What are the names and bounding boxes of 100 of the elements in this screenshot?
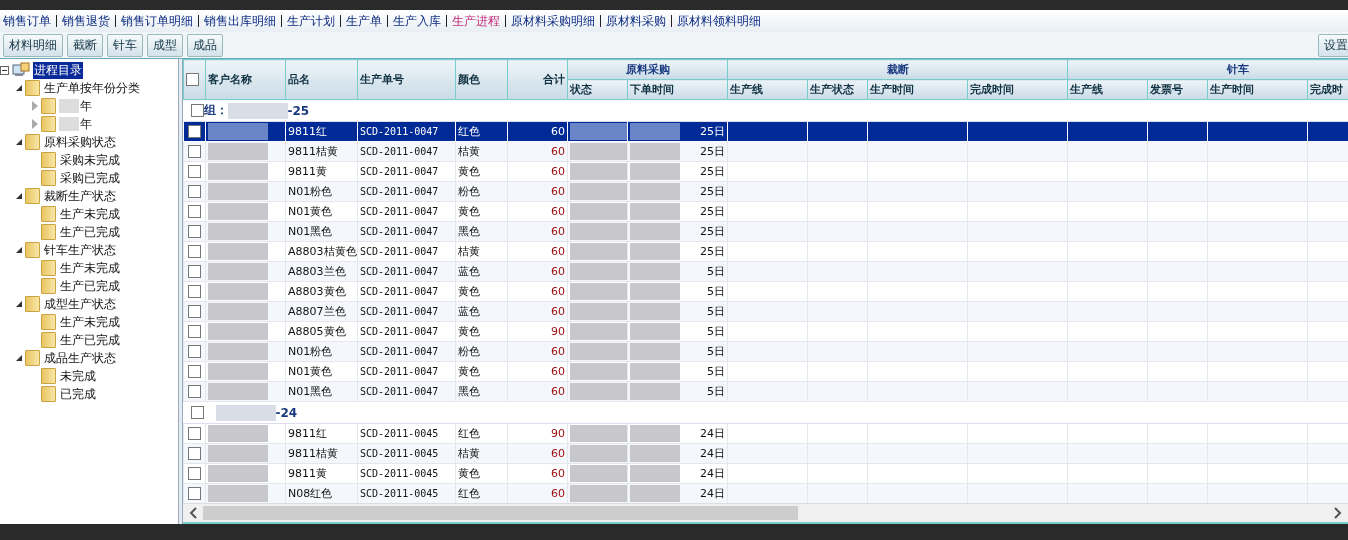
menu-link[interactable]: 销售出库明细 — [198, 15, 281, 27]
toolbar-button[interactable]: 成品 — [187, 33, 223, 57]
settings-button[interactable]: 设置 — [1318, 33, 1348, 57]
blurred-block — [570, 323, 627, 340]
toolbar-button[interactable]: 截断 — [67, 33, 103, 57]
scroll-left-icon[interactable] — [189, 507, 197, 519]
table-cell: SCD-2011-0047 — [357, 321, 456, 342]
menu-link[interactable]: 生产单 — [340, 15, 387, 27]
blurred-block — [630, 343, 680, 360]
tree-item[interactable]: 生产未完成 — [59, 313, 121, 331]
tree-item[interactable]: 针车生产状态 — [43, 241, 117, 259]
checkbox[interactable] — [188, 205, 201, 219]
toolbar-button[interactable]: 材料明细 — [3, 33, 63, 57]
menu-link[interactable]: 生产入库 — [387, 15, 446, 27]
scroll-right-icon[interactable] — [1334, 507, 1342, 519]
tree-item[interactable]: 成品生产状态 — [43, 349, 117, 367]
blurred-block — [630, 485, 680, 502]
table-row[interactable]: N01黑色 SCD-2011-0047 黑色 60 25日 — [183, 221, 1348, 242]
checkbox[interactable] — [188, 185, 201, 199]
menu-link[interactable]: 原材料采购 — [600, 15, 671, 27]
checkbox[interactable] — [188, 285, 201, 299]
menu-link[interactable]: 销售订单明细 — [115, 15, 198, 27]
checkbox[interactable] — [186, 73, 199, 87]
column-header[interactable]: 品名 — [285, 59, 358, 100]
tree-item[interactable]: 原料采购状态 — [43, 133, 117, 151]
checkbox[interactable] — [188, 427, 201, 441]
menu-link[interactable]: 销售退货 — [56, 15, 115, 27]
table-row[interactable]: N01粉色 SCD-2011-0047 粉色 60 25日 — [183, 181, 1348, 202]
checkbox[interactable] — [188, 165, 201, 179]
checkbox[interactable] — [188, 265, 201, 279]
table-cell: 黄色 — [455, 201, 508, 222]
checkbox[interactable] — [188, 345, 201, 359]
table-row[interactable]: N08红色 SCD-2011-0045 红色 60 24日 — [183, 483, 1348, 503]
tree-item[interactable]: 裁断生产状态 — [43, 187, 117, 205]
column-header[interactable]: 生产单号 — [357, 59, 456, 100]
tree-item[interactable]: 生产已完成 — [59, 223, 121, 241]
toolbar-button[interactable]: 成型 — [147, 33, 183, 57]
tree-item[interactable]: 生产已完成 — [59, 277, 121, 295]
tree-item[interactable]: 生产已完成 — [59, 331, 121, 349]
tree-item[interactable]: 年 — [79, 115, 93, 133]
checkbox[interactable] — [190, 406, 204, 419]
tree-item[interactable]: 生产单按年份分类 — [43, 79, 141, 97]
table-row[interactable]: N01黑色 SCD-2011-0047 黑色 60 5日 — [183, 381, 1348, 402]
blurred-block — [630, 183, 680, 200]
column-header[interactable]: 颜色 — [455, 59, 508, 100]
table-row[interactable]: 9811桔黄 SCD-2011-0047 桔黄 60 25日 — [183, 141, 1348, 162]
table-row[interactable]: 9811红 SCD-2011-0047 红色 60 25日 — [183, 121, 1348, 142]
checkbox[interactable] — [188, 365, 201, 379]
tree-item[interactable]: 采购已完成 — [59, 169, 121, 187]
checkbox[interactable] — [188, 487, 201, 501]
table-row[interactable]: A8805黄色 SCD-2011-0047 黄色 90 5日 — [183, 321, 1348, 342]
checkbox[interactable] — [188, 245, 201, 259]
table-row[interactable]: A8803兰色 SCD-2011-0047 蓝色 60 5日 — [183, 261, 1348, 282]
folder-icon — [25, 242, 40, 258]
collapse-icon[interactable] — [0, 65, 9, 75]
table-row[interactable]: N01黄色 SCD-2011-0047 黄色 60 5日 — [183, 361, 1348, 382]
table-row[interactable]: 9811黄 SCD-2011-0045 黄色 60 24日 — [183, 463, 1348, 484]
table-cell: 25日 — [700, 204, 725, 219]
menu-link[interactable]: 生产进程 — [446, 15, 505, 27]
blurred-block — [570, 243, 627, 260]
tree-item[interactable]: 未完成 — [59, 367, 97, 385]
checkbox[interactable] — [188, 145, 201, 159]
menu-link[interactable]: 销售订单 — [0, 15, 56, 27]
tree-item[interactable]: 年 — [79, 97, 93, 115]
column-header[interactable]: 合计 — [507, 59, 568, 100]
menu-link[interactable]: 原材料领料明细 — [671, 15, 766, 27]
tree-item[interactable]: 成型生产状态 — [43, 295, 117, 313]
table-row[interactable]: A8803黄色 SCD-2011-0047 黄色 60 5日 — [183, 281, 1348, 302]
scrollbar-thumb[interactable] — [203, 506, 798, 520]
tree-item[interactable]: 生产未完成 — [59, 205, 121, 223]
checkbox[interactable] — [188, 325, 201, 339]
horizontal-scrollbar[interactable] — [183, 503, 1348, 524]
table-row[interactable]: 9811桔黄 SCD-2011-0045 桔黄 60 24日 — [183, 443, 1348, 464]
menu-link[interactable]: 原材料采购明细 — [505, 15, 600, 27]
table-row[interactable]: 9811黄 SCD-2011-0047 黄色 60 25日 — [183, 161, 1348, 182]
blurred-block — [215, 404, 276, 421]
blurred-block — [208, 223, 268, 240]
checkbox[interactable] — [190, 104, 204, 117]
checkbox[interactable] — [188, 125, 201, 139]
checkbox[interactable] — [188, 385, 201, 399]
tree-item[interactable]: 采购未完成 — [59, 151, 121, 169]
column-header[interactable]: 客户名称 — [205, 59, 286, 100]
table-row[interactable]: 9811红 SCD-2011-0045 红色 90 24日 — [183, 423, 1348, 444]
table-row[interactable]: A8807兰色 SCD-2011-0047 蓝色 60 5日 — [183, 301, 1348, 322]
blurred-block — [208, 283, 268, 300]
blurred-block — [630, 283, 680, 300]
checkbox[interactable] — [188, 305, 201, 319]
tree-item[interactable]: 已完成 — [59, 385, 97, 403]
tree-item[interactable]: 进程目录 — [33, 61, 83, 79]
tree-item[interactable]: 生产未完成 — [59, 259, 121, 277]
checkbox[interactable] — [188, 447, 201, 461]
table-cell: N01黄色 — [285, 201, 358, 222]
checkbox[interactable] — [188, 467, 201, 481]
table-cell: 60 — [507, 463, 568, 484]
table-row[interactable]: A8803桔黄色 SCD-2011-0047 桔黄 60 25日 — [183, 241, 1348, 262]
checkbox[interactable] — [188, 225, 201, 239]
table-row[interactable]: N01黄色 SCD-2011-0047 黄色 60 25日 — [183, 201, 1348, 222]
toolbar-button[interactable]: 针车 — [107, 33, 143, 57]
menu-link[interactable]: 生产计划 — [281, 15, 340, 27]
table-row[interactable]: N01粉色 SCD-2011-0047 粉色 60 5日 — [183, 341, 1348, 362]
